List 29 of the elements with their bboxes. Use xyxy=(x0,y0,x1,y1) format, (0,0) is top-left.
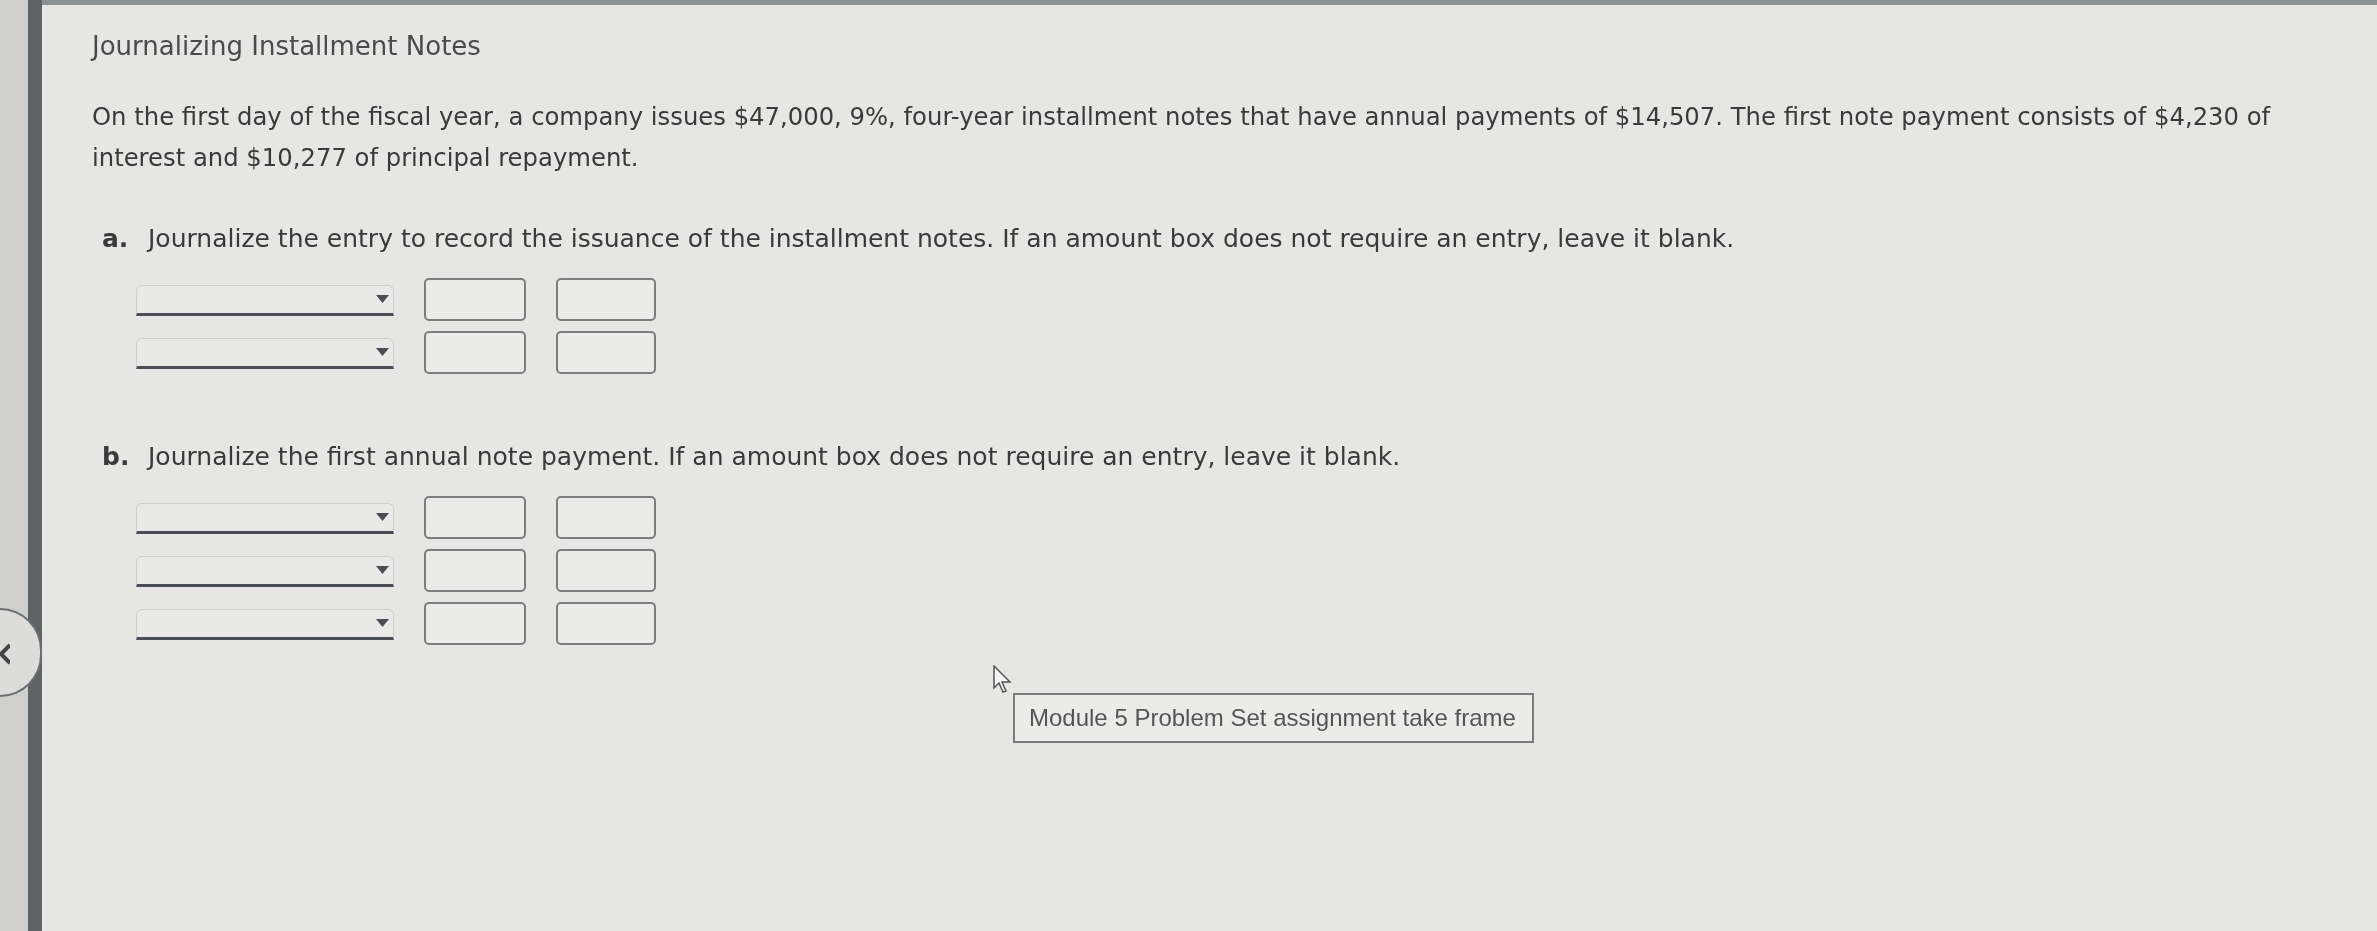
amount-field[interactable] xyxy=(424,549,526,592)
problem-text: On the first day of the fiscal year, a company issues $47,000, 9%, four-year installment notes that have annual payments of $14,507. The first note payment consists of $4,230 of interest and $10,277 of principal repayment. xyxy=(92,101,2272,174)
caret-icon xyxy=(376,295,389,303)
amount-field[interactable] xyxy=(424,331,526,374)
account-dropdown[interactable] xyxy=(136,503,394,534)
amount-field[interactable] xyxy=(556,602,656,645)
amount-field[interactable] xyxy=(424,496,526,539)
tooltip: Module 5 Problem Set assignment take frame xyxy=(1013,693,1534,743)
account-dropdown[interactable] xyxy=(136,338,394,369)
part-label: b. xyxy=(102,441,131,473)
caret-icon xyxy=(376,566,389,574)
caret-icon xyxy=(376,619,389,627)
instruction-text: Journalize the entry to record the issuance of the installment notes. If an amount box does not require an entry, leave it blank. xyxy=(148,223,1735,255)
amount-field[interactable] xyxy=(556,278,656,321)
amount-field[interactable] xyxy=(556,549,656,592)
account-dropdown[interactable] xyxy=(136,609,394,640)
amount-field[interactable] xyxy=(424,602,526,645)
account-dropdown[interactable] xyxy=(136,285,394,316)
chevron-left-icon xyxy=(0,643,10,665)
account-dropdown[interactable] xyxy=(136,556,394,587)
page-title: Journalizing Installment Notes xyxy=(92,30,481,63)
caret-icon xyxy=(376,513,389,521)
instruction-text: Journalize the first annual note payment. If an amount box does not require an entry, leave it blank. xyxy=(148,441,1401,473)
amount-field[interactable] xyxy=(556,331,656,374)
part-label: a. xyxy=(102,223,130,255)
amount-field[interactable] xyxy=(556,496,656,539)
amount-field[interactable] xyxy=(424,278,526,321)
caret-icon xyxy=(376,348,389,356)
cursor-icon xyxy=(993,665,1013,693)
